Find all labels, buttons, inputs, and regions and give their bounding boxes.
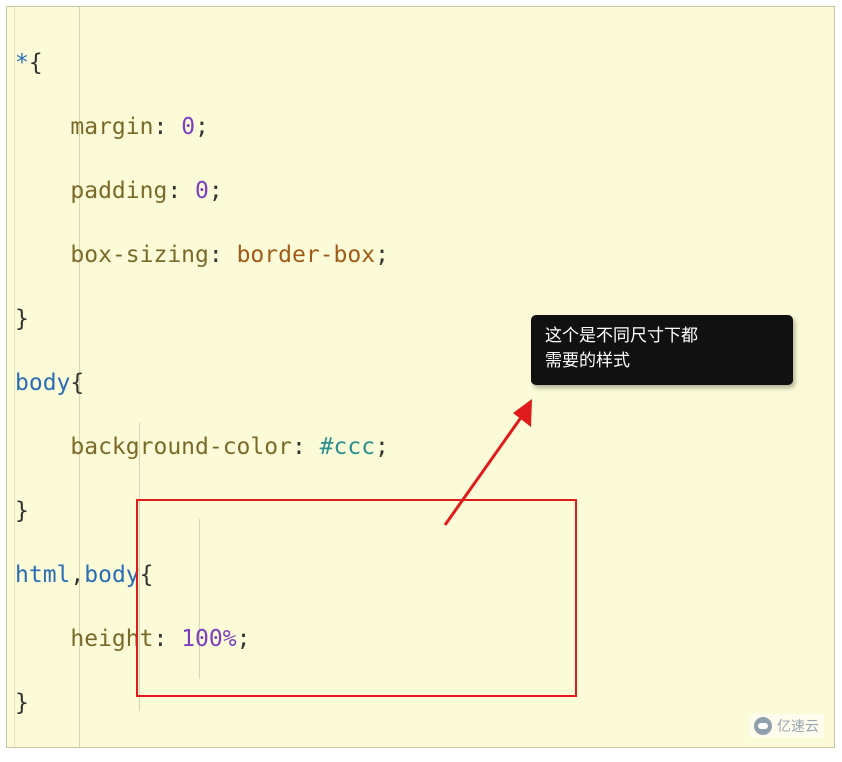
- code-line-2: margin: 0;: [70, 114, 209, 140]
- watermark: 亿速云: [749, 714, 824, 738]
- code-line-1: *{: [15, 50, 43, 76]
- callout-line-1: 这个是不同尺寸下都: [545, 326, 698, 346]
- annotation-callout: 这个是不同尺寸下都 需要的样式: [531, 315, 793, 385]
- editor-gutter: [7, 7, 15, 747]
- red-highlight-box: [136, 499, 577, 697]
- code-line-4: box-sizing: border-box;: [70, 242, 389, 268]
- code-editor-pane: *{ margin: 0; padding: 0; box-sizing: bo…: [6, 6, 835, 748]
- callout-line-2: 需要的样式: [545, 351, 630, 371]
- code-line-3: padding: 0;: [70, 178, 223, 204]
- watermark-text: 亿速云: [777, 719, 819, 735]
- cloud-icon: [754, 717, 772, 735]
- code-line-7: background-color: #ccc;: [70, 434, 389, 460]
